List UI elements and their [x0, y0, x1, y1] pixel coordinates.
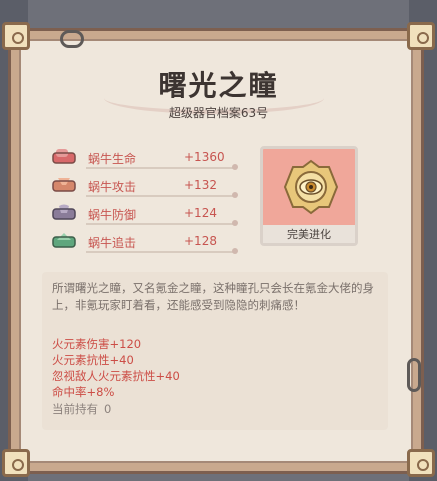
- stat-divider-dot: [232, 192, 238, 198]
- holding-count: 当前持有 0: [52, 400, 180, 418]
- frame-corner-top-left: [2, 22, 30, 50]
- item-subtitle: 超级器官档案63号: [168, 106, 269, 120]
- effect-item: 忽视敌人火元素抗性+40: [52, 369, 180, 383]
- item-description: 所谓曙光之瞳，又名氪金之瞳，这种瞳孔只会长在氪金大佬的身上，非氪玩家盯着看，还能…: [52, 281, 374, 312]
- stat-divider: [86, 167, 234, 169]
- evolution-status-label: 完美进化: [287, 228, 331, 241]
- holding-label: 当前持有: [52, 402, 98, 416]
- frame-corner-bottom-right: [407, 449, 435, 477]
- stat-row-defense: 蜗牛防御 +124: [52, 204, 242, 232]
- paperclip-icon: [407, 358, 421, 392]
- stat-divider-dot: [232, 220, 238, 226]
- golden-eye-badge-icon: [283, 159, 339, 215]
- stat-list: 蜗牛生命 +1360 蜗牛攻击 +132 蜗牛防御 +124 蜗牛追击 +128: [52, 148, 242, 260]
- stat-value: +1360: [184, 150, 225, 164]
- stat-row-attack: 蜗牛攻击 +132: [52, 176, 242, 204]
- stat-value: +128: [184, 234, 217, 248]
- effect-list: 火元素伤害+120 火元素抗性+40 忽视敌人火元素抗性+40 命中率+8% 当…: [52, 336, 180, 418]
- stat-row-health: 蜗牛生命 +1360: [52, 148, 242, 176]
- stat-divider: [86, 195, 234, 197]
- stat-label: 蜗牛追击: [88, 236, 137, 250]
- stat-divider: [86, 251, 234, 253]
- stat-divider-dot: [232, 248, 238, 254]
- chase-organ-icon: [52, 233, 76, 248]
- stat-label: 蜗牛攻击: [88, 180, 137, 194]
- paperclip-icon: [60, 30, 84, 48]
- item-title: 曙光之瞳: [158, 69, 279, 102]
- stat-value: +132: [184, 178, 217, 192]
- sword-organ-icon: [52, 178, 76, 192]
- stat-divider-dot: [232, 164, 238, 170]
- stat-label: 蜗牛防御: [88, 208, 137, 222]
- frame-corner-bottom-left: [2, 449, 30, 477]
- stat-value: +124: [184, 206, 217, 220]
- effect-item: 火元素抗性+40: [52, 353, 134, 367]
- stat-divider: [86, 223, 234, 225]
- stat-row-chase: 蜗牛追击 +128: [52, 232, 242, 260]
- effect-item: 命中率+8%: [52, 385, 115, 399]
- shield-organ-icon: [52, 204, 76, 220]
- frame-corner-top-right: [407, 22, 435, 50]
- effect-item: 火元素伤害+120: [52, 337, 142, 351]
- heart-organ-icon: [52, 149, 76, 164]
- stat-label: 蜗牛生命: [88, 152, 137, 166]
- item-card[interactable]: 完美进化: [260, 146, 358, 246]
- holding-value: 0: [104, 402, 112, 416]
